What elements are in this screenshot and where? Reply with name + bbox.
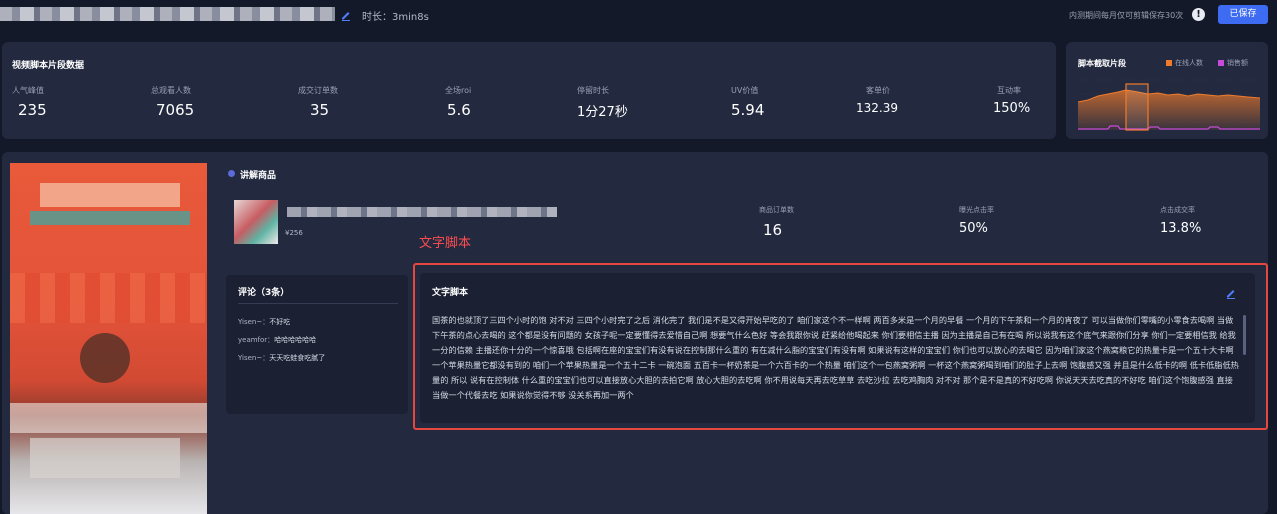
text-script-panel: 文字脚本 国茶的也就顶了三四个小时的饱 对不对 三四个小时完了之后 消化完了 我… xyxy=(420,273,1255,423)
comment-text: 不好吃 xyxy=(269,318,291,326)
stat-dwell-time: 停留时长 1分27秒 xyxy=(577,85,628,120)
script-text-body[interactable]: 国茶的也就顶了三四个小时的饱 对不对 三四个小时完了之后 消化完了 我们是不是又… xyxy=(432,313,1240,423)
legend-label: 在线人数 xyxy=(1175,59,1203,67)
metric-product-orders: 商品订单数 16 xyxy=(759,205,794,239)
stat-unit-price: 客单价 132.39 xyxy=(856,85,898,115)
stat-value: 150% xyxy=(993,101,1031,116)
product-name-blurred xyxy=(287,207,557,217)
comment-item: yeamfor：哈哈哈哈哈哈 xyxy=(238,335,316,345)
comment-text: 哈哈哈哈哈哈 xyxy=(274,336,317,344)
stat-peak-popularity: 人气峰值 235 xyxy=(12,85,47,119)
comment-item: Yisen~：天天吃蛙食吃腻了 xyxy=(238,353,325,363)
stat-interaction-rate: 互动率 150% xyxy=(993,85,1031,116)
stat-value: 235 xyxy=(18,101,47,119)
divider xyxy=(238,303,398,304)
clip-segment-card: 脚本截取片段 在线人数 销售额 xyxy=(1066,42,1268,139)
script-segment-stats-card: 视频脚本片段数据 人气峰值 235 总观看人数 7065 成交订单数 35 全场… xyxy=(2,42,1056,139)
save-limit-note: 内测期间每月仅可剪辑保存30次 xyxy=(1069,11,1184,20)
online-users-area xyxy=(1078,90,1260,130)
metric-click-conversion: 点击成交率 13.8% xyxy=(1160,205,1201,236)
video-preview[interactable] xyxy=(10,163,207,514)
stat-label: 客单价 xyxy=(866,86,890,95)
stat-roi: 全场roi 5.6 xyxy=(445,85,471,119)
stat-label: 总观看人数 xyxy=(151,86,191,95)
legend-online-users: 在线人数 xyxy=(1166,58,1203,68)
metric-value: 16 xyxy=(763,221,783,239)
legend-sales: 销售额 xyxy=(1218,58,1248,68)
stat-value: 5.94 xyxy=(731,101,765,119)
metric-label: 点击成交率 xyxy=(1160,206,1195,214)
warning-icon[interactable]: ! xyxy=(1192,8,1205,21)
product-price: ¥256 xyxy=(285,229,303,237)
stat-value: 132.39 xyxy=(856,101,898,115)
script-panel-title: 文字脚本 xyxy=(432,288,469,298)
stat-value: 7065 xyxy=(156,101,195,119)
comments-title: 评论（3条） xyxy=(238,288,290,298)
explained-product-title: 讲解商品 xyxy=(240,171,277,181)
stat-uv-value: UV价值 5.94 xyxy=(731,85,764,119)
comment-item: Yisen~：不好吃 xyxy=(238,317,290,327)
legend-swatch xyxy=(1218,60,1224,66)
edit-icon[interactable] xyxy=(340,9,352,21)
stat-label: 全场roi xyxy=(445,86,472,95)
clip-trend-chart[interactable] xyxy=(1078,72,1260,134)
comment-user: yeamfor： xyxy=(238,336,275,344)
scrollbar[interactable] xyxy=(1243,315,1246,355)
selected-clip-window xyxy=(1125,83,1149,131)
video-duration: 时长：3min8s xyxy=(362,12,429,23)
metric-label: 曝光点击率 xyxy=(959,206,994,214)
video-title-blurred xyxy=(0,7,335,21)
comment-user: Yisen~： xyxy=(238,318,270,326)
top-bar: 时长：3min8s 内测期间每月仅可剪辑保存30次 ! 已保存 xyxy=(0,0,1277,30)
saved-button[interactable]: 已保存 xyxy=(1218,5,1268,24)
stat-total-viewers: 总观看人数 7065 xyxy=(151,85,194,119)
text-script-annotation: 文字脚本 xyxy=(419,236,472,251)
stat-label: 互动率 xyxy=(997,86,1021,95)
section-bullet-icon xyxy=(228,170,235,177)
comments-panel: 评论（3条） Yisen~：不好吃 yeamfor：哈哈哈哈哈哈 Yisen~：… xyxy=(226,275,408,414)
metric-exposure-ctr: 曝光点击率 50% xyxy=(959,205,994,236)
comment-user: Yisen~： xyxy=(238,354,270,362)
stat-label: UV价值 xyxy=(731,86,759,95)
stat-label: 成交订单数 xyxy=(298,86,338,95)
stat-label: 人气峰值 xyxy=(12,86,44,95)
comment-text: 天天吃蛙食吃腻了 xyxy=(269,354,326,362)
legend-label: 销售额 xyxy=(1227,59,1248,67)
metric-value: 50% xyxy=(959,221,988,236)
edit-icon[interactable] xyxy=(1225,287,1237,299)
stat-value: 5.6 xyxy=(447,101,471,119)
stat-orders: 成交订单数 35 xyxy=(298,85,338,119)
stat-label: 停留时长 xyxy=(577,86,609,95)
product-image[interactable] xyxy=(234,200,278,244)
stat-value: 1分27秒 xyxy=(577,105,628,120)
stat-value: 35 xyxy=(310,101,330,119)
metric-label: 商品订单数 xyxy=(759,206,794,214)
metric-value: 13.8% xyxy=(1160,221,1202,236)
stats-card-title: 视频脚本片段数据 xyxy=(12,61,85,71)
legend-swatch xyxy=(1166,60,1172,66)
clip-card-title: 脚本截取片段 xyxy=(1078,59,1126,68)
